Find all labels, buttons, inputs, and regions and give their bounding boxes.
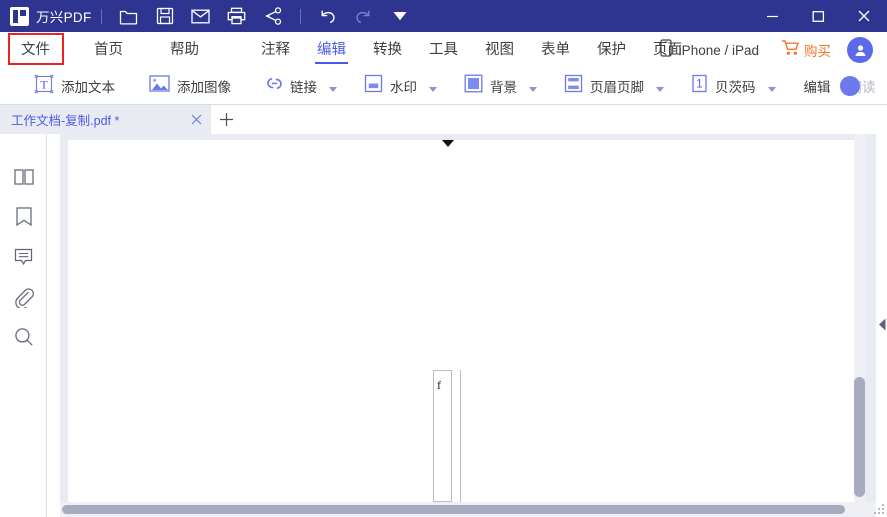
minimize-button[interactable] <box>749 0 795 32</box>
new-tab-button[interactable] <box>211 105 241 134</box>
pdf-page[interactable]: f <box>68 140 859 502</box>
header-footer-button[interactable]: 页眉页脚 <box>558 71 670 101</box>
add-text-label: 添加文本 <box>61 80 115 95</box>
window-controls <box>749 0 887 32</box>
iphone-ipad-label: iPhone / iPad <box>678 42 759 58</box>
divider <box>299 8 301 24</box>
title-bar: 万兴PDF <box>0 0 887 32</box>
bates-numbering-label: 贝茨码 <box>715 80 756 95</box>
tab-protect[interactable]: 保护 <box>595 32 628 68</box>
add-image-label: 添加图像 <box>177 80 231 95</box>
maximize-button[interactable] <box>795 0 841 32</box>
bates-numbering-button[interactable]: 1 贝茨码 <box>685 71 782 101</box>
chevron-down-icon[interactable] <box>767 87 776 92</box>
save-icon[interactable] <box>152 3 178 29</box>
app-logo-icon <box>10 6 29 26</box>
open-folder-icon[interactable] <box>116 3 142 29</box>
tab-annotate[interactable]: 注释 <box>259 32 292 68</box>
toggle-knob <box>839 76 860 96</box>
more-down-icon[interactable] <box>387 3 413 29</box>
sidebar-item-bookmarks[interactable] <box>0 197 47 237</box>
mail-icon[interactable] <box>188 3 214 29</box>
edit-mode-label: 编辑 <box>803 80 831 95</box>
shopping-cart-icon <box>781 39 800 61</box>
watermark-button[interactable]: 水印 <box>358 71 443 101</box>
document-viewer: f <box>48 134 887 517</box>
bates-numbering-icon: 1 <box>691 74 708 98</box>
menu-item-help[interactable]: 帮助 <box>168 32 201 68</box>
tab-edit[interactable]: 编辑 <box>315 32 348 68</box>
document-tab-title: 工作文档-复制.pdf * <box>11 114 120 128</box>
chevron-down-icon[interactable] <box>656 87 664 92</box>
close-icon[interactable] <box>185 105 207 134</box>
tab-view[interactable]: 视图 <box>483 32 516 68</box>
mobile-device-icon <box>660 38 672 62</box>
divider <box>100 8 102 24</box>
tab-tools[interactable]: 工具 <box>427 32 460 68</box>
share-icon[interactable] <box>260 3 286 29</box>
sidebar-item-attachments[interactable] <box>0 277 47 317</box>
chevron-down-icon[interactable] <box>329 87 337 92</box>
vertical-scrollbar-thumb[interactable] <box>854 377 865 497</box>
svg-text:1: 1 <box>696 79 702 91</box>
sidebar-item-comments[interactable] <box>0 237 47 277</box>
background-icon <box>464 74 483 98</box>
menu-item-file[interactable]: 文件 <box>19 32 52 68</box>
app-window: 万兴PDF 文件 首页 帮助 注释 编辑 转换 工具 视图 表单 保护 页面 i… <box>0 0 887 517</box>
background-button[interactable]: 背景 <box>458 71 543 101</box>
link-label: 链接 <box>290 80 317 95</box>
tab-convert[interactable]: 转换 <box>371 32 404 68</box>
iphone-ipad-link[interactable]: iPhone / iPad <box>660 38 759 62</box>
close-button[interactable] <box>841 0 887 32</box>
edit-toolbar: T 添加文本 添加图像 链接 水印 背景 页眉页脚 1 贝茨码 编辑 阅读 <box>0 68 887 105</box>
menu-bar: 文件 首页 帮助 注释 编辑 转换 工具 视图 表单 保护 页面 iPhone … <box>0 32 887 68</box>
sidebar-item-thumbnails[interactable] <box>0 157 47 197</box>
print-icon[interactable] <box>224 3 250 29</box>
add-text-button[interactable]: T 添加文本 <box>28 71 121 101</box>
link-icon <box>266 74 283 98</box>
resize-grip-icon[interactable] <box>874 504 885 515</box>
viewer-corner-filler <box>48 502 60 517</box>
link-button[interactable]: 链接 <box>260 71 343 101</box>
text-cursor <box>460 370 461 502</box>
text-edit-box[interactable]: f <box>433 370 452 502</box>
buy-label: 购买 <box>804 44 831 59</box>
tab-form[interactable]: 表单 <box>539 32 572 68</box>
menu-bar-right: iPhone / iPad 购买 <box>660 32 887 68</box>
add-image-button[interactable]: 添加图像 <box>143 71 237 101</box>
sidebar-item-search[interactable] <box>0 317 47 357</box>
horizontal-scrollbar-thumb[interactable] <box>62 505 845 514</box>
redo-icon[interactable] <box>351 3 377 29</box>
page-position-marker-icon <box>442 140 454 147</box>
watermark-label: 水印 <box>390 80 417 95</box>
chevron-down-icon[interactable] <box>529 87 537 92</box>
chevron-down-icon[interactable] <box>429 87 437 92</box>
document-tab-bar: 工作文档-复制.pdf * <box>0 105 887 134</box>
menu-item-home[interactable]: 首页 <box>92 32 125 68</box>
undo-icon[interactable] <box>315 3 341 29</box>
header-footer-icon <box>564 74 583 98</box>
svg-text:T: T <box>40 77 48 91</box>
watermark-icon <box>364 74 383 98</box>
add-image-icon <box>149 75 170 97</box>
header-footer-label: 页眉页脚 <box>590 80 644 95</box>
text-edit-box-content: f <box>437 378 441 392</box>
background-label: 背景 <box>490 80 517 95</box>
app-title: 万兴PDF <box>36 10 92 25</box>
buy-button[interactable]: 购买 <box>781 39 831 61</box>
user-avatar-icon[interactable] <box>847 37 873 63</box>
left-sidebar-rail <box>0 134 47 517</box>
document-tab[interactable]: 工作文档-复制.pdf * <box>0 105 211 134</box>
add-text-icon: T <box>34 74 54 99</box>
right-panel-collapse-toggle[interactable] <box>876 318 887 330</box>
pdf-canvas-area[interactable]: f <box>60 134 876 502</box>
